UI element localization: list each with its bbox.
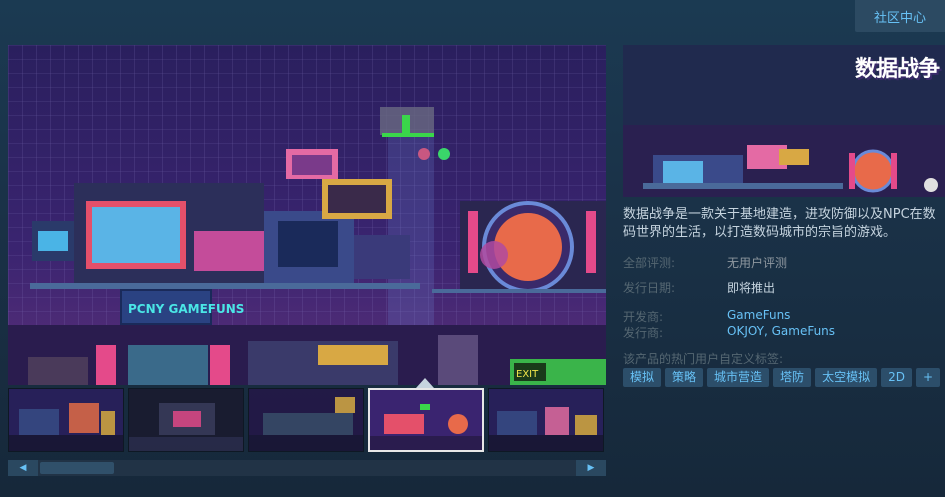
tag-space-sim[interactable]: 太空模拟 xyxy=(815,368,878,387)
publisher-link[interactable]: OKJOY, GameFuns xyxy=(727,324,835,338)
neon-sign-text: PCNY GAMEFUNS xyxy=(128,302,244,316)
reviews-value: 无用户评测 xyxy=(727,256,788,270)
tags-label: 该产品的热门用户自定义标签: xyxy=(623,352,784,366)
thumbnail-2[interactable] xyxy=(128,388,244,452)
release-label: 发行日期: xyxy=(623,281,676,295)
publisher-label: 发行商: xyxy=(623,326,664,340)
thumbnail-1[interactable] xyxy=(8,388,124,452)
thumbnail-strip xyxy=(8,388,606,454)
tag-more-button[interactable]: + xyxy=(915,368,941,387)
scroll-thumb[interactable] xyxy=(40,462,114,474)
main-screenshot[interactable]: PCNY GAMEFUNS EXIT xyxy=(8,45,606,385)
exit-sign-text: EXIT xyxy=(516,369,539,380)
developer-link[interactable]: GameFuns xyxy=(727,308,790,322)
tag-strategy[interactable]: 策略 xyxy=(665,368,704,387)
active-thumb-indicator xyxy=(416,378,434,388)
tag-city-builder[interactable]: 城市营造 xyxy=(707,368,770,387)
community-hub-button[interactable]: 社区中心 xyxy=(855,0,945,32)
tag-list: 模拟 策略 城市营造 塔防 太空模拟 2D + xyxy=(623,368,941,387)
tag-simulation[interactable]: 模拟 xyxy=(623,368,662,387)
thumbnail-scrollbar[interactable]: ◀ ▶ xyxy=(8,460,606,476)
tag-tower-defense[interactable]: 塔防 xyxy=(773,368,812,387)
reviews-label: 全部评测: xyxy=(623,256,676,270)
release-value: 即将推出 xyxy=(727,281,776,295)
thumbnail-3[interactable] xyxy=(248,388,364,452)
header-capsule-image: 数据战争 xyxy=(623,45,945,197)
tag-2d[interactable]: 2D xyxy=(881,368,912,387)
thumbnail-5[interactable] xyxy=(488,388,604,452)
game-logo: 数据战争 xyxy=(854,57,940,82)
scroll-left-button[interactable]: ◀ xyxy=(8,460,38,476)
developer-label: 开发商: xyxy=(623,310,664,324)
game-description: 数据战争是一款关于基地建造，进攻防御以及NPC在数码世界的生活，以打造数码城市的… xyxy=(623,207,936,240)
thumbnail-4[interactable] xyxy=(368,388,484,452)
scroll-right-button[interactable]: ▶ xyxy=(576,460,606,476)
